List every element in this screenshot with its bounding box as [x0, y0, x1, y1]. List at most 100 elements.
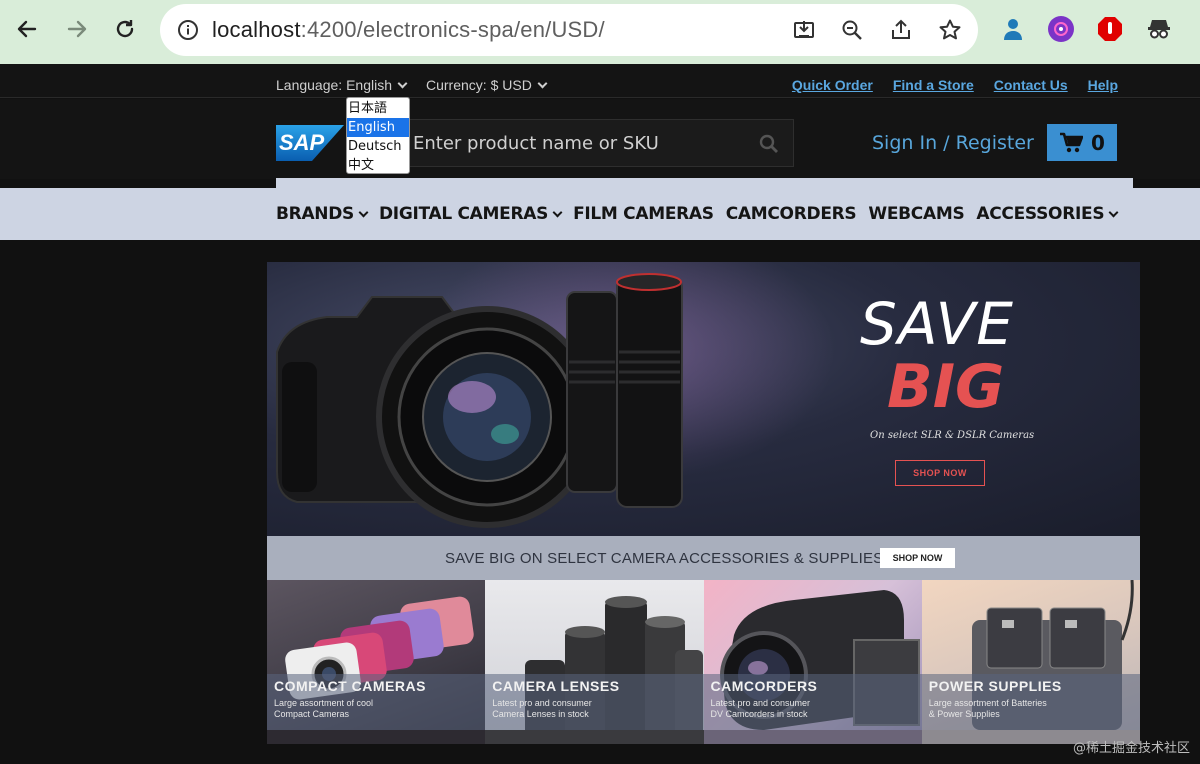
chevron-down-icon: [552, 207, 563, 217]
tile-caption: CAMCORDERS Latest pro and consumer DV Cam…: [703, 674, 922, 730]
hero-headline-big: BIG: [887, 352, 1005, 422]
chevron-down-icon: [358, 207, 369, 217]
nav-item-label: CAMCORDERS: [725, 204, 857, 224]
nav-item-label: DIGITAL CAMERAS: [379, 204, 549, 224]
search-icon[interactable]: [759, 134, 779, 154]
cart-icon: [1060, 132, 1084, 152]
nav-item-camcorders[interactable]: CAMCORDERS: [726, 204, 857, 224]
tile-desc-line: & Power Supplies: [928, 709, 1000, 719]
tile-desc-line: Latest pro and consumer: [710, 698, 811, 708]
nav-item-digital-cameras[interactable]: DIGITAL CAMERAS: [379, 204, 563, 224]
nav-item-accessories[interactable]: ACCESSORIES: [976, 204, 1119, 224]
cart-count: 0: [1091, 130, 1105, 155]
tile-caption: COMPACT CAMERAS Large assortment of cool…: [267, 674, 486, 730]
tile-desc-line: DV Camcorders in stock: [710, 709, 808, 719]
watermark: @稀土掘金技术社区: [1072, 741, 1190, 756]
browser-toolbar: localhost:4200/electronics-spa/en/USD/: [0, 0, 1200, 64]
chevron-down-icon: [537, 78, 548, 89]
tile-camcorders[interactable]: CAMCORDERS Latest pro and consumer DV Cam…: [703, 580, 922, 744]
tile-caption: POWER SUPPLIES Large assortment of Batte…: [921, 674, 1140, 730]
tile-description: Large assortment of Batteries & Power Sup…: [929, 698, 1133, 720]
nav-item-brands[interactable]: BRANDS: [276, 204, 369, 224]
find-store-link[interactable]: Find a Store: [893, 77, 974, 93]
tile-bottom: [485, 730, 704, 744]
search-input[interactable]: [413, 128, 743, 158]
zoom-icon[interactable]: [838, 16, 866, 44]
info-icon[interactable]: [174, 16, 202, 44]
language-option[interactable]: Deutsch: [347, 137, 409, 156]
category-nav-items: BRANDS DIGITAL CAMERAS FILM CAMERAS CAMCORD…: [276, 188, 1119, 240]
hero-headline-save: SAVE: [860, 290, 1014, 358]
category-nav: BRANDS DIGITAL CAMERAS FILM CAMERAS CAMCORD…: [0, 188, 1200, 240]
sap-logo[interactable]: SAP: [276, 125, 344, 161]
extension-spy-icon[interactable]: [1146, 16, 1172, 42]
catbar-top-band: [276, 178, 1133, 188]
search-box: [402, 119, 794, 167]
signin-register-link[interactable]: Sign In / Register: [872, 132, 1034, 154]
nav-item-label: BRANDS: [276, 204, 354, 224]
reload-icon: [116, 20, 134, 38]
dslr-camera-image: [276, 273, 683, 528]
tile-desc-line: Latest pro and consumer: [492, 698, 592, 708]
chevron-down-icon: [397, 78, 408, 89]
language-label: Language: English: [276, 77, 392, 93]
tile-title: COMPACT CAMERAS: [274, 678, 426, 694]
language-dropdown[interactable]: 日本語 English Deutsch 中文: [346, 97, 410, 174]
arrow-left-icon: [17, 20, 37, 38]
share-icon[interactable]: [887, 16, 915, 44]
accessories-shop-now-button[interactable]: SHOP NOW: [880, 548, 955, 568]
site-header: SAP Sign In / Register 0: [0, 99, 1200, 179]
nav-item-label: WEBCAMS: [868, 204, 965, 224]
address-bar[interactable]: localhost:4200/electronics-spa/en/USD/: [160, 4, 978, 56]
tile-camera-lenses[interactable]: CAMERA LENSES Latest pro and consumer Cam…: [485, 580, 704, 744]
tile-desc-line: Camera Lenses in stock: [492, 709, 589, 719]
nav-item-label: FILM CAMERAS: [573, 204, 714, 224]
logo-text: SAP: [279, 130, 325, 155]
bookmark-star-icon[interactable]: [936, 16, 964, 44]
nav-item-webcams[interactable]: WEBCAMS: [868, 204, 964, 224]
language-option[interactable]: English: [347, 118, 409, 137]
tile-description: Large assortment of cool Compact Cameras: [274, 698, 478, 720]
url-host: localhost: [212, 17, 301, 42]
tile-title: CAMERA LENSES: [492, 678, 620, 694]
url-path: :4200/electronics-spa/en/USD/: [300, 17, 605, 42]
hero-subtitle: On select SLR & DSLR Cameras: [870, 430, 1035, 441]
back-button[interactable]: [10, 12, 44, 46]
quick-order-link[interactable]: Quick Order: [792, 77, 873, 93]
tile-bottom: [267, 730, 486, 744]
tile-desc-line: Compact Cameras: [274, 709, 350, 719]
nav-item-film-cameras[interactable]: FILM CAMERAS: [573, 204, 714, 224]
contact-us-link[interactable]: Contact Us: [994, 77, 1068, 93]
cart-button[interactable]: 0: [1047, 124, 1117, 161]
tile-compact-cameras[interactable]: COMPACT CAMERAS Large assortment of cool…: [267, 580, 486, 744]
tile-description: Latest pro and consumer DV Camcorders in …: [711, 698, 915, 720]
language-option[interactable]: 中文: [347, 156, 409, 175]
adblock-icon[interactable]: [1097, 16, 1123, 42]
accessories-banner[interactable]: SAVE BIG ON SELECT CAMERA ACCESSORIES & …: [267, 536, 1140, 580]
extension-person-icon[interactable]: [1000, 16, 1026, 42]
language-option[interactable]: 日本語: [347, 99, 409, 118]
help-link[interactable]: Help: [1088, 77, 1118, 93]
forward-button[interactable]: [60, 12, 94, 46]
hero-banner[interactable]: SAVE BIG On select SLR & DSLR Cameras SH…: [267, 262, 1140, 536]
accessories-banner-text: SAVE BIG ON SELECT CAMERA ACCESSORIES & …: [445, 550, 884, 567]
language-selector[interactable]: Language: English: [276, 77, 408, 93]
install-app-icon[interactable]: [790, 16, 818, 44]
arrow-right-icon: [67, 20, 87, 38]
currency-label: Currency: $ USD: [426, 77, 532, 93]
category-tiles: COMPACT CAMERAS Large assortment of cool…: [267, 580, 1140, 744]
nav-item-label: ACCESSORIES: [976, 204, 1105, 224]
site-topbar: Language: English Currency: $ USD Quick …: [0, 64, 1200, 98]
url-text: localhost:4200/electronics-spa/en/USD/: [212, 17, 605, 43]
hero-shop-now-button[interactable]: SHOP NOW: [895, 460, 985, 486]
tile-desc-line: Large assortment of cool: [274, 698, 374, 708]
currency-selector[interactable]: Currency: $ USD: [426, 77, 548, 93]
tile-caption: CAMERA LENSES Latest pro and consumer Cam…: [485, 674, 704, 730]
chevron-down-icon: [1108, 207, 1119, 217]
extension-purple-icon[interactable]: [1048, 16, 1074, 42]
tile-power-supplies[interactable]: POWER SUPPLIES Large assortment of Batte…: [921, 580, 1140, 744]
tile-desc-line: Large assortment of Batteries: [928, 698, 1047, 708]
reload-button[interactable]: [108, 12, 142, 46]
tile-bottom: [703, 730, 922, 744]
tile-title: CAMCORDERS: [710, 678, 818, 694]
